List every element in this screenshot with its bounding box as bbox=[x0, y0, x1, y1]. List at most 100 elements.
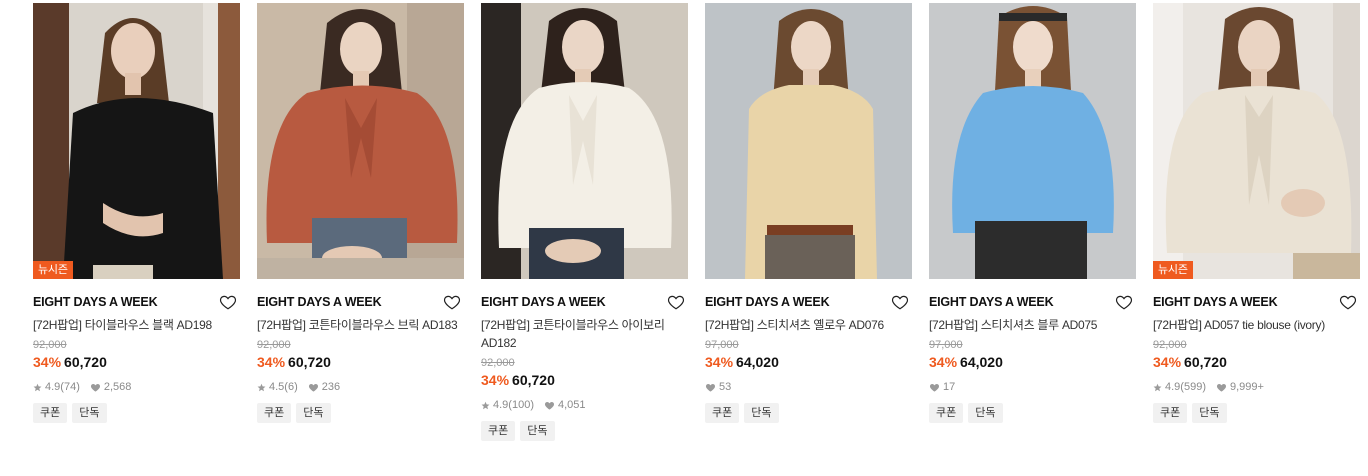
star-icon bbox=[481, 401, 490, 409]
discount-rate: 34% bbox=[705, 354, 734, 370]
original-price: 92,000 bbox=[33, 339, 67, 351]
brand-name[interactable]: EIGHT DAYS A WEEK bbox=[33, 291, 240, 313]
like-count: 236 bbox=[321, 381, 341, 393]
tag-list: 쿠폰 단독 bbox=[1153, 403, 1360, 423]
review-count: (599) bbox=[1180, 381, 1206, 393]
exclusive-tag: 단독 bbox=[1192, 403, 1227, 423]
rating-value: 4.9 bbox=[1165, 381, 1181, 393]
tag-list: 쿠폰 단독 bbox=[257, 403, 464, 423]
sale-price: 64,020 bbox=[736, 354, 779, 370]
review-meta: 4.9 (100) 4,051 bbox=[481, 398, 688, 412]
new-season-badge: 뉴시즌 bbox=[1153, 261, 1193, 279]
like-count: 9,999+ bbox=[1229, 381, 1264, 393]
heart-outline-icon[interactable] bbox=[891, 293, 909, 311]
product-card[interactable]: EIGHT DAYS A WEEK [72H팝업] 스티치셔츠 옐로우 AD07… bbox=[705, 3, 912, 423]
like-count: 17 bbox=[943, 381, 956, 393]
heart-outline-icon[interactable] bbox=[667, 293, 685, 311]
original-price: 92,000 bbox=[481, 357, 515, 369]
like-count: 4,051 bbox=[557, 399, 586, 411]
product-card[interactable]: 뉴시즌 EIGHT DAYS A WEEK [72H팝업] 타이블라우스 블랙 … bbox=[33, 3, 240, 423]
exclusive-tag: 단독 bbox=[968, 403, 1003, 423]
original-price: 97,000 bbox=[705, 339, 739, 351]
product-name[interactable]: [72H팝업] 스티치셔츠 블루 AD075 bbox=[929, 316, 1134, 334]
new-season-badge: 뉴시즌 bbox=[33, 261, 73, 279]
heart-outline-icon[interactable] bbox=[443, 293, 461, 311]
star-icon bbox=[257, 383, 266, 391]
star-icon bbox=[1153, 383, 1162, 391]
coupon-tag: 쿠폰 bbox=[481, 421, 516, 441]
product-name[interactable]: [72H팝업] 스티치셔츠 옐로우 AD076 bbox=[705, 316, 910, 334]
like-count: 2,568 bbox=[103, 381, 132, 393]
product-card[interactable]: EIGHT DAYS A WEEK [72H팝업] 코튼타이블라우스 브릭 AD… bbox=[257, 3, 464, 423]
heart-outline-icon[interactable] bbox=[1115, 293, 1133, 311]
heart-filled-icon bbox=[1216, 384, 1227, 392]
coupon-tag: 쿠폰 bbox=[1153, 403, 1188, 423]
review-meta: 17 bbox=[929, 380, 1136, 394]
original-price: 92,000 bbox=[1153, 339, 1187, 351]
heart-outline-icon[interactable] bbox=[219, 293, 237, 311]
review-count: (74) bbox=[60, 381, 80, 393]
heart-filled-icon bbox=[705, 384, 716, 392]
tag-list: 쿠폰 단독 bbox=[481, 421, 688, 441]
product-photo-yellow-shirt bbox=[705, 3, 912, 279]
brand-name[interactable]: EIGHT DAYS A WEEK bbox=[257, 291, 464, 313]
exclusive-tag: 단독 bbox=[520, 421, 555, 441]
coupon-tag: 쿠폰 bbox=[257, 403, 292, 423]
discount-rate: 34% bbox=[33, 354, 62, 370]
review-meta: 4.9 (74) 2,568 bbox=[33, 380, 240, 394]
sale-price: 60,720 bbox=[512, 372, 555, 388]
review-meta: 4.5 (6) 236 bbox=[257, 380, 464, 394]
heart-filled-icon bbox=[929, 384, 940, 392]
product-image[interactable] bbox=[481, 3, 688, 279]
brand-name[interactable]: EIGHT DAYS A WEEK bbox=[929, 291, 1136, 313]
product-name[interactable]: [72H팝업] 코튼타이블라우스 브릭 AD183 bbox=[257, 316, 462, 334]
product-card[interactable]: EIGHT DAYS A WEEK [72H팝업] 스티치셔츠 블루 AD075… bbox=[929, 3, 1136, 423]
heart-filled-icon bbox=[544, 402, 555, 410]
brand-name[interactable]: EIGHT DAYS A WEEK bbox=[705, 291, 912, 313]
original-price: 97,000 bbox=[929, 339, 963, 351]
sale-price: 64,020 bbox=[960, 354, 1003, 370]
rating-value: 4.9 bbox=[493, 399, 509, 411]
discount-rate: 34% bbox=[1153, 354, 1182, 370]
product-card[interactable]: 뉴시즌 EIGHT DAYS A WEEK [72H팝업] AD057 tie … bbox=[1153, 3, 1360, 423]
sale-price: 60,720 bbox=[288, 354, 331, 370]
tag-list: 쿠폰 단독 bbox=[929, 403, 1136, 423]
product-image[interactable] bbox=[705, 3, 912, 279]
product-name[interactable]: [72H팝업] 타이블라우스 블랙 AD198 bbox=[33, 316, 238, 334]
product-image[interactable] bbox=[929, 3, 1136, 279]
heart-filled-icon bbox=[308, 384, 318, 392]
product-grid: 뉴시즌 EIGHT DAYS A WEEK [72H팝업] 타이블라우스 블랙 … bbox=[0, 0, 1368, 476]
product-name[interactable]: [72H팝업] 코튼타이블라우스 아이보리 AD182 bbox=[481, 316, 686, 352]
review-count: (100) bbox=[508, 399, 534, 411]
discount-rate: 34% bbox=[257, 354, 286, 370]
review-meta: 4.9 (599) 9,999+ bbox=[1153, 380, 1360, 394]
discount-rate: 34% bbox=[481, 372, 510, 388]
tag-list: 쿠폰 단독 bbox=[705, 403, 912, 423]
heart-outline-icon[interactable] bbox=[1339, 293, 1357, 311]
coupon-tag: 쿠폰 bbox=[33, 403, 68, 423]
star-icon bbox=[33, 383, 42, 391]
sale-price: 60,720 bbox=[64, 354, 107, 370]
exclusive-tag: 단독 bbox=[72, 403, 107, 423]
product-photo-blue-shirt bbox=[929, 3, 1136, 279]
coupon-tag: 쿠폰 bbox=[929, 403, 964, 423]
product-image[interactable]: 뉴시즌 bbox=[1153, 3, 1360, 279]
product-card[interactable]: EIGHT DAYS A WEEK [72H팝업] 코튼타이블라우스 아이보리 … bbox=[481, 3, 688, 441]
like-count: 53 bbox=[719, 381, 732, 393]
brand-name[interactable]: EIGHT DAYS A WEEK bbox=[481, 291, 688, 313]
sale-price: 60,720 bbox=[1184, 354, 1227, 370]
tag-list: 쿠폰 단독 bbox=[33, 403, 240, 423]
exclusive-tag: 단독 bbox=[744, 403, 779, 423]
product-image[interactable]: 뉴시즌 bbox=[33, 3, 240, 279]
product-photo-black-blouse bbox=[33, 3, 240, 279]
product-image[interactable] bbox=[257, 3, 464, 279]
brand-name[interactable]: EIGHT DAYS A WEEK bbox=[1153, 291, 1360, 313]
product-name[interactable]: [72H팝업] AD057 tie blouse (ivory) bbox=[1153, 316, 1358, 334]
heart-filled-icon bbox=[90, 384, 100, 392]
review-count: (6) bbox=[284, 381, 298, 393]
original-price: 92,000 bbox=[257, 339, 291, 351]
coupon-tag: 쿠폰 bbox=[705, 403, 740, 423]
rating-value: 4.9 bbox=[45, 381, 61, 393]
rating-value: 4.5 bbox=[269, 381, 285, 393]
product-photo-ivory-tie-blouse bbox=[1153, 3, 1360, 279]
